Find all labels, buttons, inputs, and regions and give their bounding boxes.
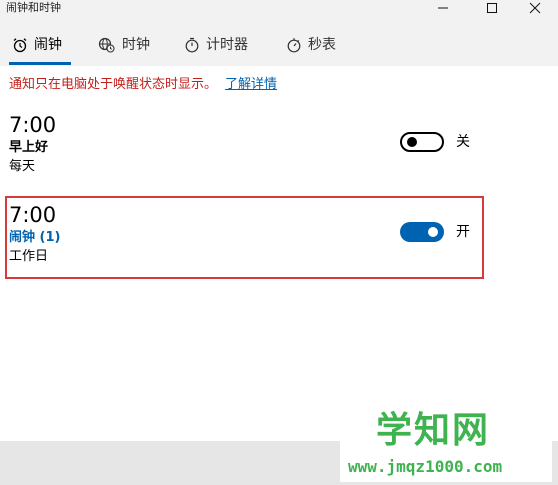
stopwatch-icon (287, 38, 301, 53)
alarm-time: 7:00 (9, 113, 57, 137)
world-clock-icon (98, 37, 115, 53)
alarm-clock-icon (13, 38, 27, 53)
notification-notice: 通知只在电脑处于唤醒状态时显示。 了解详情 (9, 75, 277, 95)
alarm-item[interactable]: 7:00 早上好 每天 关 (0, 108, 558, 190)
learn-more-link[interactable]: 了解详情 (225, 77, 277, 92)
window-title: 闹钟和时钟 (6, 1, 61, 14)
watermark-title: 学知网 (376, 410, 491, 451)
tab-alarm[interactable]: 闹钟 (12, 35, 62, 55)
tab-alarm-label: 闹钟 (34, 37, 62, 53)
alarm-name: 早上好 (9, 140, 49, 155)
maximize-button[interactable] (469, 0, 515, 17)
tab-stopwatch-label: 秒表 (308, 37, 336, 53)
close-button[interactable] (512, 0, 558, 17)
minimize-icon (438, 7, 448, 9)
timer-icon (185, 37, 199, 53)
minimize-button[interactable] (420, 0, 466, 17)
tab-clock[interactable]: 时钟 (98, 35, 150, 55)
active-tab-indicator (9, 62, 71, 65)
watermark-url: www.jmqz1000.com (348, 457, 503, 476)
toggle-state-label: 关 (456, 134, 470, 150)
maximize-icon (487, 3, 497, 13)
alarm-toggle[interactable] (400, 132, 444, 152)
tab-clock-label: 时钟 (122, 37, 150, 53)
tab-bar: 闹钟 时钟 计时器 秒表 (0, 18, 558, 66)
tab-timer-label: 计时器 (206, 37, 248, 53)
title-bar: 闹钟和时钟 (0, 0, 558, 18)
alarm-repeat-days: 每天 (9, 159, 36, 174)
site-watermark: 学知网 www.jmqz1000.com (340, 406, 552, 482)
tab-stopwatch[interactable]: 秒表 (286, 35, 336, 55)
tab-timer[interactable]: 计时器 (184, 35, 248, 55)
close-icon (529, 2, 541, 14)
highlight-annotation-box (5, 196, 484, 279)
notice-text: 通知只在电脑处于唤醒状态时显示。 (9, 77, 218, 92)
toggle-knob (407, 137, 417, 147)
